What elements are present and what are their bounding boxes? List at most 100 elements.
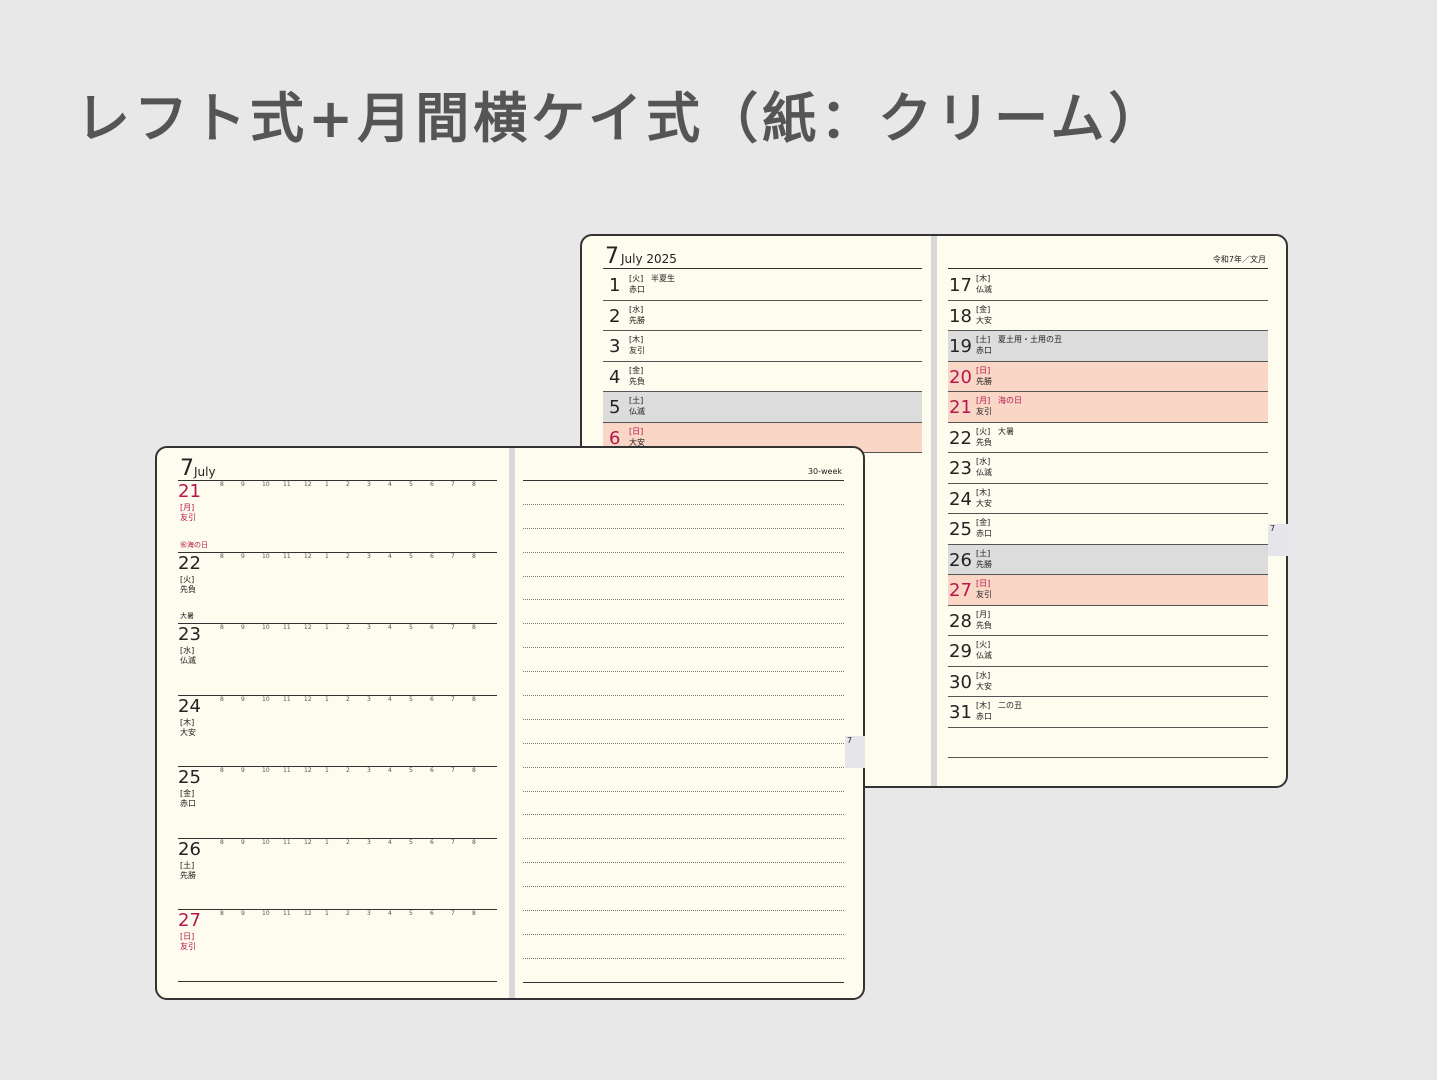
week-header: 7 July — [178, 456, 497, 481]
hour-tick: 8 — [472, 481, 476, 488]
hour-tick: 9 — [241, 624, 245, 631]
ruled-line — [523, 744, 844, 768]
hour-tick: 1 — [325, 910, 329, 917]
hour-tick: 3 — [367, 552, 371, 560]
weekday-label: [日] — [976, 365, 991, 375]
month-day-row[interactable]: 2 [水] 先勝 — [603, 301, 922, 331]
ruled-lines — [523, 481, 844, 983]
hour-tick: 5 — [409, 910, 413, 917]
day-number: 25 — [949, 519, 972, 540]
month-day-row[interactable]: 22 [火] 先負 大暑 — [948, 423, 1268, 453]
month-header-right: 令和7年／文月 — [948, 246, 1268, 269]
notes-header: 30-week — [523, 458, 844, 481]
ruled-line — [523, 911, 844, 935]
week-day-row[interactable]: 21 [月] 友引 8 9 10 11 12 1 2 3 4 5 6 7 8 ㊗海の日 — [178, 481, 497, 553]
month-name: July 2025 — [621, 252, 677, 266]
hour-tick: 6 — [430, 767, 434, 774]
month-day-row[interactable]: 18 [金] 大安 — [948, 301, 1268, 331]
hour-tick: 8 — [220, 624, 224, 631]
hour-tick: 3 — [367, 695, 371, 703]
week-day-row[interactable]: 24 [木] 大安 8 9 10 11 12 1 2 3 4 5 6 7 8 — [178, 695, 497, 767]
day-number: 27 — [949, 580, 972, 601]
day-number: 23 — [178, 624, 201, 645]
week-day-row[interactable]: 25 [金] 赤口 8 9 10 11 12 1 2 3 4 5 6 7 8 — [178, 767, 497, 839]
month-day-row[interactable]: 27 [日] 友引 — [948, 575, 1268, 606]
hour-tick: 7 — [451, 624, 455, 631]
hour-tick: 11 — [283, 552, 291, 560]
weekday-label: [水] — [976, 670, 991, 680]
month-day-row[interactable]: 5 [土] 仏滅 — [603, 392, 922, 423]
month-day-row[interactable]: 1 [火] 赤口 半夏生 — [603, 270, 922, 301]
weekly-left-page: 7 July 21 [月] 友引 8 9 10 11 12 1 2 3 4 5 6 7 8 ㊗海の日 22 [火] 先… — [178, 448, 497, 998]
week-day-row[interactable]: 27 [日] 友引 8 9 10 11 12 1 2 3 4 5 6 7 8 — [178, 910, 497, 982]
rokuyo-label: 先負 — [976, 437, 992, 447]
month-day-row[interactable]: 17 [木] 仏滅 — [948, 270, 1268, 301]
month-day-row[interactable]: 28 [月] 先負 — [948, 606, 1268, 636]
hour-tick: 11 — [283, 767, 291, 774]
month-day-row[interactable]: 29 [火] 仏滅 — [948, 636, 1268, 667]
month-index-tab[interactable]: 7 — [1268, 524, 1288, 556]
hour-scale: 8 9 10 11 12 1 2 3 4 5 6 7 8 — [220, 553, 497, 561]
weekday-label: [金] — [629, 365, 644, 375]
hour-tick: 8 — [472, 552, 476, 560]
event-label: 夏土用・土用の丑 — [998, 335, 1062, 344]
month-day-row[interactable]: 25 [金] 赤口 — [948, 514, 1268, 545]
hour-tick: 12 — [304, 481, 312, 488]
ruled-line — [523, 863, 844, 888]
weekday-label: [火] — [629, 274, 644, 283]
month-day-row[interactable]: 31 [木] 赤口 二の丑 — [948, 697, 1268, 728]
weekly-planner-spread: 7 July 21 [月] 友引 8 9 10 11 12 1 2 3 4 5 6 7 8 ㊗海の日 22 [火] 先… — [155, 446, 865, 1000]
weekly-notes-page: 30-week — [523, 448, 844, 998]
month-day-row[interactable]: 4 [金] 先負 — [603, 362, 922, 392]
rokuyo-label: 先勝 — [976, 376, 992, 386]
hour-tick: 12 — [304, 624, 312, 631]
month-day-row[interactable]: 3 [木] 友引 — [603, 331, 922, 362]
month-day-row[interactable]: 30 [水] 大安 — [948, 667, 1268, 697]
hour-tick: 9 — [241, 767, 245, 774]
week-day-row[interactable]: 22 [火] 先負 8 9 10 11 12 1 2 3 4 5 6 7 8 大暑 — [178, 553, 497, 624]
hour-tick: 11 — [283, 695, 291, 703]
hour-tick: 8 — [472, 910, 476, 917]
hour-tick: 6 — [430, 910, 434, 917]
ruled-line — [523, 505, 844, 529]
hour-tick: 7 — [451, 552, 455, 560]
rokuyo-label: 友引 — [629, 346, 645, 355]
hour-tick: 5 — [409, 624, 413, 631]
hour-tick: 10 — [262, 910, 270, 917]
hour-tick: 2 — [346, 695, 350, 703]
hour-tick: 1 — [325, 624, 329, 631]
hour-tick: 8 — [472, 695, 476, 703]
week-day-row[interactable]: 23 [水] 仏滅 8 9 10 11 12 1 2 3 4 5 6 7 8 — [178, 624, 497, 696]
month-day-row[interactable]: 23 [水] 仏滅 — [948, 453, 1268, 484]
weekday-label: [水] — [629, 304, 644, 314]
month-day-row[interactable]: 26 [土] 先勝 — [948, 544, 1268, 575]
ruled-line — [523, 624, 844, 649]
hour-tick: 6 — [430, 481, 434, 488]
hour-tick: 3 — [367, 767, 371, 774]
event-label: 半夏生 — [651, 274, 675, 283]
month-day-row[interactable]: 21 [月] 友引 海の日 — [948, 392, 1268, 423]
month-day-row[interactable]: 19 [土] 赤口 夏土用・土用の丑 — [948, 331, 1268, 362]
weekday-label: [金] — [976, 518, 991, 527]
rokuyo-label: 友引 — [180, 942, 196, 951]
rokuyo-label: 大安 — [976, 681, 992, 691]
hour-tick: 11 — [283, 624, 291, 631]
month-day-row[interactable]: 24 [木] 大安 — [948, 484, 1268, 514]
month-index-tab[interactable]: 7 — [845, 736, 865, 768]
ruled-line — [523, 720, 844, 744]
hour-tick: 3 — [367, 624, 371, 631]
day-note: ㊗海の日 — [180, 540, 208, 549]
rokuyo-label: 赤口 — [180, 799, 196, 808]
hour-tick: 9 — [241, 695, 245, 703]
rokuyo-label: 赤口 — [976, 712, 992, 721]
day-number: 21 — [949, 397, 972, 418]
day-number: 24 — [949, 488, 972, 510]
week-day-row[interactable]: 26 [土] 先勝 8 9 10 11 12 1 2 3 4 5 6 7 8 — [178, 838, 497, 910]
month-header: 7 July 2025 — [603, 244, 922, 269]
hour-tick: 5 — [409, 695, 413, 703]
hour-tick: 8 — [220, 767, 224, 774]
month-day-row[interactable]: 20 [日] 先勝 — [948, 361, 1268, 392]
hour-tick: 10 — [262, 624, 270, 631]
hour-tick: 6 — [430, 552, 434, 560]
hour-tick: 8 — [472, 838, 476, 846]
